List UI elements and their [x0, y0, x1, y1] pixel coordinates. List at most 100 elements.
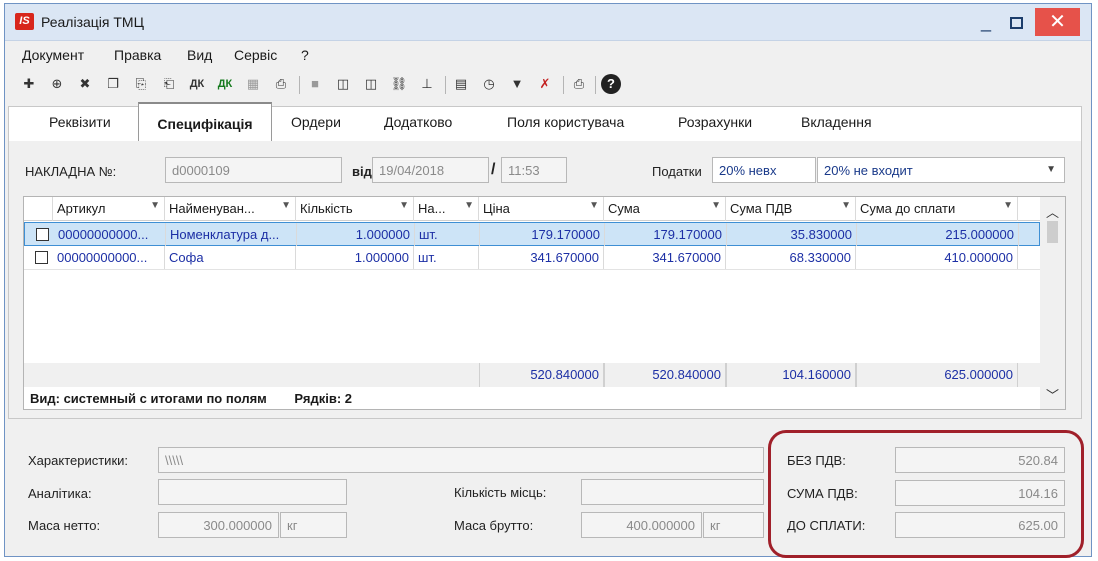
table-row[interactable]: 00000000000... Номенклатура д... 1.00000… — [24, 222, 1040, 246]
characteristics-label: Характеристики: — [28, 453, 129, 468]
cell-name: Номенклатура д... — [166, 223, 297, 246]
cell-vat: 68.330000 — [726, 246, 856, 269]
row-checkbox[interactable] — [36, 228, 49, 241]
analytics-field[interactable] — [158, 479, 347, 505]
sort-arrow-icon[interactable]: ▼ — [281, 200, 291, 211]
copy-icon[interactable]: ❐ — [103, 74, 123, 94]
column-header-qty[interactable]: Кількість ▼ — [296, 197, 414, 221]
clock-icon[interactable]: ◷ — [479, 74, 499, 94]
title-bar: IS Реалізація ТМЦ _ ✕ — [5, 4, 1091, 41]
dk-icon[interactable]: ДК — [187, 74, 207, 94]
net-mass-label: Маса нетто: — [28, 518, 101, 533]
places-count-label: Кількість місць: — [454, 485, 547, 500]
column-header-name[interactable]: Найменуван... ▼ — [165, 197, 296, 221]
table-icon[interactable]: ▤ — [451, 74, 471, 94]
add-copy-icon[interactable]: ⊕ — [47, 74, 67, 94]
filter-clear-icon[interactable]: ✗ — [535, 74, 555, 94]
menu-view[interactable]: Вид — [187, 47, 212, 63]
net-mass-field[interactable]: 300.000000 — [158, 512, 279, 538]
view-label: Вид: системный с итогами по полям — [30, 391, 267, 406]
insert-icon[interactable]: ⎘ — [131, 74, 151, 94]
tax-code-field[interactable]: 20% невх — [712, 157, 816, 183]
add-icon[interactable]: ✚ — [19, 74, 39, 94]
sort-arrow-icon[interactable]: ▼ — [464, 200, 474, 211]
tab-orders[interactable]: Ордери — [291, 114, 341, 130]
tab-additional[interactable]: Додатково — [384, 114, 452, 130]
gross-mass-field[interactable]: 400.000000 — [581, 512, 702, 538]
toolbar-separator — [563, 76, 564, 94]
menu-help[interactable]: ? — [301, 47, 309, 63]
total-price: 520.840000 — [479, 363, 604, 387]
maximize-button[interactable] — [1001, 8, 1031, 36]
tree-icon[interactable]: ⊥ — [417, 74, 437, 94]
column-header-total[interactable]: Сума до сплати ▼ — [856, 197, 1018, 221]
print-preview-icon[interactable]: ⎙ — [271, 74, 291, 94]
filter-icon[interactable]: ▼ — [507, 74, 527, 94]
tax-name-dropdown[interactable]: 20% не входит ▼ — [817, 157, 1065, 183]
cell-qty: 1.000000 — [296, 246, 414, 269]
menu-service[interactable]: Сервіс — [234, 47, 277, 63]
tab-user-fields[interactable]: Поля користувача — [507, 114, 624, 130]
date-time-separator: / — [491, 161, 496, 178]
printer-icon[interactable]: ⎙ — [569, 74, 589, 94]
date-field: 19/04/2018 — [372, 157, 489, 183]
vertical-scrollbar[interactable]: ︿ ﹀ — [1040, 197, 1065, 409]
gray-square-icon[interactable]: ■ — [305, 74, 325, 94]
cell-unit: шт. — [415, 223, 480, 246]
total-sum: 520.840000 — [604, 363, 726, 387]
table-row[interactable]: 00000000000... Софа 1.000000 шт. 341.670… — [24, 246, 1040, 270]
sort-arrow-icon[interactable]: ▼ — [589, 200, 599, 211]
sort-arrow-icon[interactable]: ▼ — [711, 200, 721, 211]
tab-requisites[interactable]: Реквізити — [49, 114, 111, 130]
chevron-down-icon[interactable]: ﹀ — [1046, 385, 1059, 404]
split-left-icon[interactable]: ◫ — [333, 74, 353, 94]
maximize-icon — [1009, 17, 1023, 30]
insert2-icon[interactable]: ⎗ — [159, 74, 179, 94]
gross-mass-label: Маса брутто: — [454, 518, 534, 533]
taxes-label: Податки — [652, 164, 702, 179]
cell-sum: 179.170000 — [605, 223, 727, 246]
column-header-label: Найменуван... — [169, 201, 255, 216]
gross-mass-unit: кг — [703, 512, 764, 538]
sort-arrow-icon[interactable]: ▼ — [1003, 200, 1013, 211]
minimize-button[interactable]: _ — [971, 8, 1001, 36]
invoice-number-field: d0000109 — [165, 157, 342, 183]
chevron-down-icon[interactable]: ▼ — [1046, 164, 1056, 175]
column-header-unit[interactable]: На... ▼ — [414, 197, 479, 221]
cell-article: 00000000000... — [54, 223, 166, 246]
app-logo: IS — [15, 13, 34, 30]
row-checkbox[interactable] — [35, 251, 48, 264]
link-icon[interactable]: ⛓ — [389, 74, 409, 94]
help-icon[interactable]: ? — [601, 74, 621, 94]
column-header-price[interactable]: Ціна ▼ — [479, 197, 604, 221]
sort-arrow-icon[interactable]: ▼ — [841, 200, 851, 211]
delete-icon[interactable]: ✖ — [75, 74, 95, 94]
calc-icon[interactable]: ▦ — [243, 74, 263, 94]
toolbar-separator — [445, 76, 446, 94]
characteristics-field[interactable]: \\\\\ — [158, 447, 764, 473]
sort-arrow-icon[interactable]: ▼ — [150, 200, 160, 211]
table-header: Артикул ▼ Найменуван... ▼ Кількість ▼ На...… — [24, 197, 1040, 221]
dk2-icon[interactable]: ДК — [215, 74, 235, 94]
column-header-label: Сума ПДВ — [730, 201, 793, 216]
date-label: від — [352, 164, 372, 179]
sort-arrow-icon[interactable]: ▼ — [399, 200, 409, 211]
menu-edit[interactable]: Правка — [114, 47, 161, 63]
menu-document[interactable]: Документ — [22, 47, 84, 63]
totals-row: 520.840000 520.840000 104.160000 625.000… — [24, 363, 1040, 387]
tab-specification[interactable]: Специфікація — [138, 102, 272, 142]
places-count-field[interactable] — [581, 479, 764, 505]
table-footer: Вид: системный с итогами по полям Рядків… — [24, 387, 1040, 409]
toolbar-separator — [299, 76, 300, 94]
column-header-vat[interactable]: Сума ПДВ ▼ — [726, 197, 856, 221]
column-header-article[interactable]: Артикул ▼ — [53, 197, 165, 221]
column-header-label: Ціна — [483, 201, 510, 216]
net-mass-unit: кг — [280, 512, 347, 538]
column-header-sum[interactable]: Сума ▼ — [604, 197, 726, 221]
close-button[interactable]: ✕ — [1035, 8, 1080, 36]
scroll-thumb[interactable] — [1047, 221, 1058, 243]
chevron-up-icon[interactable]: ︿ — [1046, 202, 1059, 221]
tab-calculations[interactable]: Розрахунки — [678, 114, 752, 130]
tab-attachments[interactable]: Вкладення — [801, 114, 872, 130]
split-right-icon[interactable]: ◫ — [361, 74, 381, 94]
